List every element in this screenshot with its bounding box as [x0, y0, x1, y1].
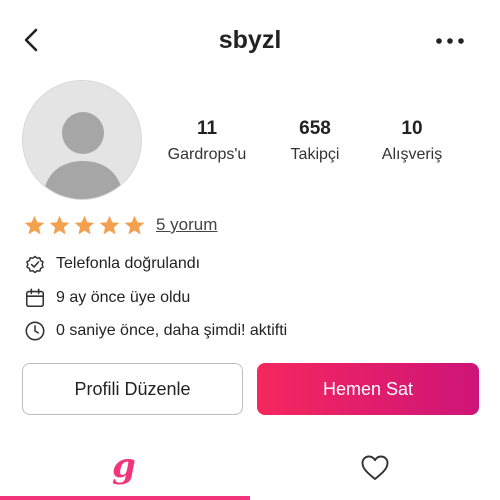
verified-badge-icon	[26, 255, 44, 274]
calendar-icon	[25, 288, 45, 308]
page-title: sbyzl	[218, 26, 282, 54]
star-icon	[24, 215, 45, 234]
stat-followers-label: Takipçi	[290, 146, 340, 163]
avatar[interactable]	[22, 80, 142, 200]
star-rating	[23, 214, 148, 237]
profile-tab-bar: g	[0, 440, 500, 500]
heart-icon	[361, 455, 389, 480]
more-options-icon[interactable]	[434, 36, 466, 46]
back-arrow-icon[interactable]	[18, 26, 44, 54]
stat-closet[interactable]: 11 Gardrops'u	[152, 118, 262, 164]
edit-profile-button[interactable]: Profili Düzenle	[22, 363, 243, 415]
tab-closet[interactable]: g	[0, 440, 250, 500]
reviews-link[interactable]: 5 yorum	[156, 215, 217, 235]
last-active-text: 0 saniye önce, daha şimdi! aktifti	[56, 322, 288, 339]
star-icon	[49, 215, 70, 234]
stat-closet-value: 11	[196, 118, 218, 139]
star-icon	[124, 215, 145, 234]
last-active-row: 0 saniye önce, daha şimdi! aktifti	[24, 319, 287, 343]
member-since-text: 9 ay önce üye oldu	[56, 289, 191, 306]
tab-favorites[interactable]	[250, 440, 500, 500]
top-bar: sbyzl	[0, 0, 500, 80]
stat-closet-label: Gardrops'u	[167, 146, 247, 163]
stat-followers[interactable]: 658 Takipçi	[260, 118, 370, 164]
clock-icon	[25, 321, 45, 341]
phone-verified-text: Telefonla doğrulandı	[56, 255, 201, 272]
closet-logo-icon: g	[112, 446, 136, 486]
phone-verified-row: Telefonla doğrulandı	[24, 252, 200, 276]
rating-row: 5 yorum	[23, 211, 217, 239]
stat-shopping[interactable]: 10 Alışveriş	[357, 118, 467, 164]
active-tab-indicator	[0, 496, 250, 500]
star-icon	[74, 215, 95, 234]
stat-followers-value: 658	[299, 118, 331, 139]
user-placeholder-icon	[43, 112, 123, 199]
star-icon	[99, 215, 120, 234]
member-since-row: 9 ay önce üye oldu	[24, 286, 190, 310]
stat-shopping-value: 10	[401, 118, 423, 139]
stat-shopping-label: Alışveriş	[381, 146, 443, 163]
sell-now-button[interactable]: Hemen Sat	[257, 363, 479, 415]
